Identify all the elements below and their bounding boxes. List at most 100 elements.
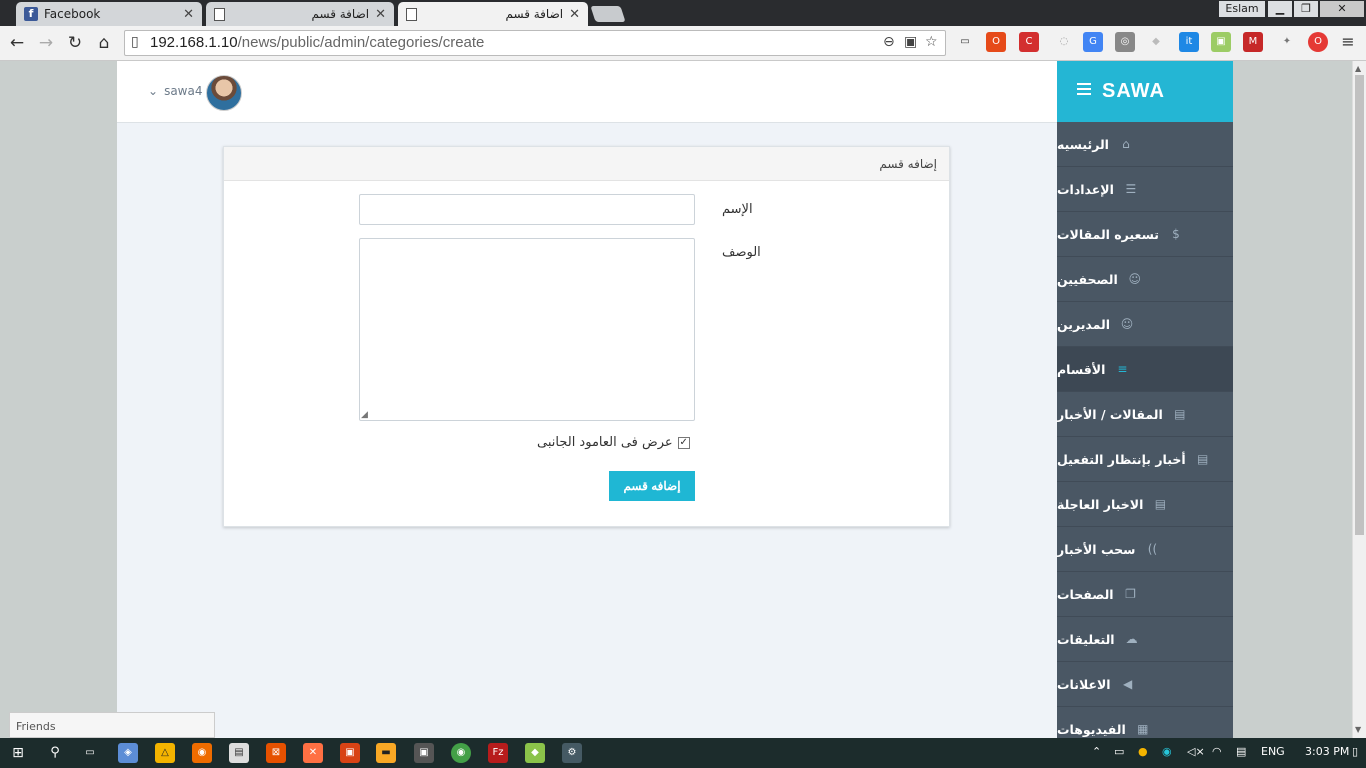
sidebar-item-9[interactable]: )) سحب الأخبار [1057, 527, 1233, 572]
resize-grip-icon[interactable]: ◢ [361, 410, 368, 420]
opera-icon[interactable]: O [1308, 32, 1328, 52]
add-category-card: إضافه قسم الإسم الوصف ◢ ✓ عرض فى العامود… [223, 146, 950, 527]
tray-app-icon[interactable]: ◉ [1162, 745, 1172, 758]
name-input[interactable] [359, 194, 695, 225]
home-icon[interactable]: ⌂ [93, 32, 115, 54]
cast-icon[interactable]: ▭ [955, 32, 975, 52]
filezilla-icon[interactable]: Fz [488, 743, 508, 763]
task-view-icon[interactable]: ▭ [80, 743, 100, 763]
window-close-icon[interactable]: ✕ [1320, 1, 1364, 17]
back-icon[interactable]: ← [6, 32, 28, 54]
scrollbar[interactable]: ▲ ▼ [1352, 61, 1366, 738]
add-category-button[interactable]: إضافه قسم [609, 471, 695, 501]
extension-icon[interactable]: ◌ [1054, 32, 1074, 52]
close-icon[interactable]: ✕ [375, 7, 386, 22]
sidebar-display-checkbox-row[interactable]: ✓ عرض فى العامود الجانبى [537, 435, 690, 450]
windows-start-icon[interactable]: ⊞ [8, 743, 28, 763]
sidebar-item-label: الصحفيين [1057, 271, 1118, 287]
sidebar-item-10[interactable]: ❐ الصفحات [1057, 572, 1233, 617]
sidebar-item-1[interactable]: ☰ الإعدادات [1057, 167, 1233, 212]
sidebar-item-label: المديرين [1057, 316, 1110, 332]
scroll-up-icon[interactable]: ▲ [1355, 64, 1361, 73]
scroll-thumb[interactable] [1355, 75, 1364, 535]
notepad-icon[interactable]: ▤ [229, 743, 249, 763]
app-icon[interactable]: ▣ [414, 743, 434, 763]
sidebar-item-6[interactable]: ▤ المقالات / الأخبار [1057, 392, 1233, 437]
newspaper-icon: ▤ [1196, 452, 1209, 466]
battery-icon[interactable]: ▭ [1114, 745, 1124, 758]
cube-app-icon[interactable]: ◈ [118, 743, 138, 763]
notification-icon[interactable]: ▤ [1236, 745, 1246, 758]
chevron-up-icon[interactable]: ⌃ [1092, 745, 1101, 758]
address-bar[interactable]: ▯ 192.168.1.10/news/public/admin/categor… [124, 30, 946, 56]
card-header: إضافه قسم [224, 147, 949, 181]
logo-bar: SAWA [1057, 61, 1233, 122]
description-label: الوصف [722, 245, 761, 260]
tab-add-category-1[interactable]: اضافة قسم ✕ [206, 2, 394, 26]
document-icon [406, 7, 417, 21]
triangle-app-icon[interactable]: △ [155, 743, 175, 763]
user-menu[interactable]: ⌄ sawa4 [148, 84, 202, 98]
translate-icon[interactable]: ▣ [904, 34, 917, 50]
avatar[interactable] [206, 75, 242, 111]
taskbar: ⊞ ⚲ ▭ ◈ △ ◉ ▤ ⊠ ✕ ▣ ▬ ▣ ◉ Fz ◆ ⚙ ⌃ ▭ ● ◉… [0, 738, 1366, 768]
app-icon[interactable]: ✕ [303, 743, 323, 763]
app-icon[interactable]: ▣ [340, 743, 360, 763]
xampp-icon[interactable]: ⊠ [266, 743, 286, 763]
sidebar-item-0[interactable]: ⌂ الرئيسيه [1057, 122, 1233, 167]
close-icon[interactable]: ✕ [569, 7, 580, 22]
restore-icon[interactable]: ❐ [1294, 1, 1318, 17]
sidebar-item-5[interactable]: ≡ الأقسام [1057, 347, 1233, 392]
forward-icon[interactable]: → [35, 32, 57, 54]
reload-icon[interactable]: ↻ [64, 32, 86, 54]
close-icon[interactable]: ✕ [183, 7, 194, 22]
volume-icon[interactable]: ◁× [1187, 745, 1205, 758]
page-icon: ▯ [131, 34, 139, 50]
sidebar-item-12[interactable]: ◀ الاعلانات [1057, 662, 1233, 707]
scroll-down-icon[interactable]: ▼ [1355, 725, 1361, 734]
new-tab-button[interactable] [590, 6, 626, 22]
wifi-icon[interactable]: ◠ [1212, 745, 1222, 758]
sidebar-item-label: المقالات / الأخبار [1057, 406, 1163, 422]
tab-add-category-2[interactable]: اضافة قسم ✕ [398, 2, 588, 26]
office-icon[interactable]: O [986, 32, 1006, 52]
search-icon[interactable]: ⚲ [45, 743, 65, 763]
clock[interactable]: 3:03 PM [1305, 745, 1349, 758]
extension-icon[interactable]: ◆ [1146, 32, 1166, 52]
mail-extension-icon[interactable]: M [1243, 32, 1263, 52]
app-icon[interactable]: ◆ [525, 743, 545, 763]
sidebar-display-checkbox[interactable]: ✓ [677, 436, 690, 449]
it-extension-icon[interactable]: it [1179, 32, 1199, 52]
tab-facebook[interactable]: f Facebook ✕ [16, 2, 202, 26]
bookmark-star-icon[interactable]: ☆ [925, 34, 938, 50]
chrome-icon[interactable]: ◉ [451, 743, 471, 763]
google-translate-icon[interactable]: G [1083, 32, 1103, 52]
sidebar-item-7[interactable]: ▤ أخبار بإنتظار التفعيل [1057, 437, 1233, 482]
sidebar-item-4[interactable]: ☺ المديرين [1057, 302, 1233, 347]
sidebar-display-label: عرض فى العامود الجانبى [537, 435, 673, 450]
file-explorer-icon[interactable]: ▬ [376, 743, 396, 763]
notification-extension-icon[interactable]: C [1019, 32, 1039, 52]
app-icon[interactable]: ◉ [192, 743, 212, 763]
zoom-icon[interactable]: ⊖ [883, 34, 895, 50]
minimize-icon[interactable]: ▁ [1268, 1, 1292, 17]
menu-icon[interactable]: ≡ [1338, 32, 1358, 52]
tray-app-icon[interactable]: ● [1138, 745, 1148, 758]
description-textarea[interactable] [359, 238, 695, 421]
language-indicator[interactable]: ENG [1261, 745, 1285, 758]
profile-button[interactable]: Eslam [1219, 1, 1265, 17]
sidebar-item-11[interactable]: ☁ التعليقات [1057, 617, 1233, 662]
sidebar-item-2[interactable]: $ تسعيره المقالات [1057, 212, 1233, 257]
extension-icon[interactable]: ▣ [1211, 32, 1231, 52]
action-center-icon[interactable]: ▯ [1352, 745, 1358, 758]
user-icon: ☺ [1128, 272, 1142, 286]
extension-icon[interactable]: ◎ [1115, 32, 1135, 52]
extension-icon[interactable]: ✦ [1277, 32, 1297, 52]
sidebar-item-3[interactable]: ☺ الصحفيين [1057, 257, 1233, 302]
sidebar-item-label: سحب الأخبار [1057, 541, 1136, 557]
sidebar-item-8[interactable]: ▤ الاخبار العاجلة [1057, 482, 1233, 527]
friends-chat-bar[interactable]: Friends [9, 712, 215, 738]
app-icon[interactable]: ⚙ [562, 743, 582, 763]
url-text: 192.168.1.10/news/public/admin/categorie… [150, 34, 485, 51]
hamburger-icon[interactable] [1077, 83, 1091, 95]
